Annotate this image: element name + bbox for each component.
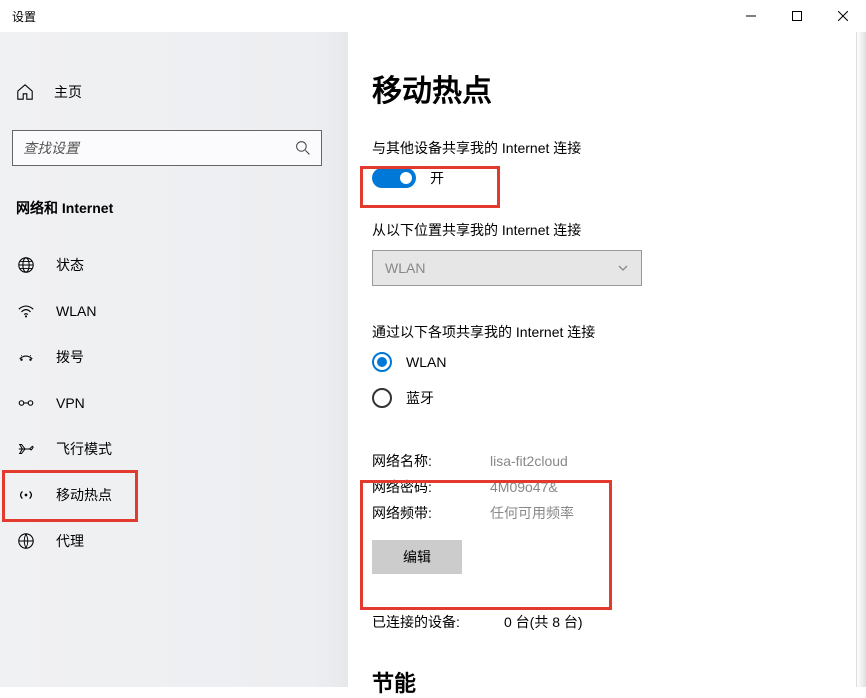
category-header: 网络和 Internet — [12, 198, 336, 218]
network-band-value: 任何可用频率 — [490, 503, 574, 523]
hotspot-icon — [16, 486, 36, 504]
sidebar-item-label: 飞行模式 — [56, 439, 112, 459]
main-content: 移动热点 与其他设备共享我的 Internet 连接 开 从以下位置共享我的 I… — [348, 32, 866, 687]
sidebar-item-label: 拨号 — [56, 347, 84, 367]
dialup-icon — [16, 348, 36, 366]
sidebar-item-status[interactable]: 状态 — [12, 242, 336, 288]
sidebar: 主页 网络和 Internet 状态 WLAN 拨号 — [0, 32, 348, 687]
radio-label: WLAN — [406, 354, 446, 370]
close-icon — [838, 11, 848, 21]
radio-bluetooth[interactable]: 蓝牙 — [372, 388, 866, 408]
sidebar-item-label: WLAN — [56, 303, 96, 319]
edit-button[interactable]: 编辑 — [372, 540, 462, 574]
radio-input[interactable] — [372, 352, 392, 372]
globe-icon — [16, 256, 36, 274]
sidebar-item-hotspot[interactable]: 移动热点 — [12, 472, 336, 518]
airplane-icon — [16, 440, 36, 458]
share-toggle[interactable] — [372, 168, 416, 188]
info-row-name: 网络名称: lisa-fit2cloud — [372, 448, 866, 474]
info-row-band: 网络频带: 任何可用频率 — [372, 500, 866, 526]
share-label: 与其他设备共享我的 Internet 连接 — [372, 138, 866, 158]
minimize-button[interactable] — [728, 0, 774, 32]
radio-label: 蓝牙 — [406, 388, 434, 408]
share-via-label: 通过以下各项共享我的 Internet 连接 — [372, 322, 866, 342]
vpn-icon — [16, 394, 36, 412]
search-field[interactable] — [23, 140, 295, 156]
info-label: 网络密码: — [372, 477, 490, 497]
home-icon — [16, 83, 34, 101]
minimize-icon — [746, 11, 756, 21]
close-button[interactable] — [820, 0, 866, 32]
connected-value: 0 台(共 8 台) — [504, 612, 583, 632]
sidebar-item-label: VPN — [56, 395, 85, 411]
share-from-dropdown[interactable]: WLAN — [372, 250, 642, 286]
info-row-password: 网络密码: 4M09o47& — [372, 474, 866, 500]
sidebar-item-proxy[interactable]: 代理 — [12, 518, 336, 564]
proxy-icon — [16, 532, 36, 550]
search-input[interactable] — [12, 130, 322, 166]
sidebar-item-wlan[interactable]: WLAN — [12, 288, 336, 334]
sidebar-item-airplane[interactable]: 飞行模式 — [12, 426, 336, 472]
sidebar-item-dialup[interactable]: 拨号 — [12, 334, 336, 380]
network-info: 网络名称: lisa-fit2cloud 网络密码: 4M09o47& 网络频带… — [372, 448, 866, 526]
titlebar: 设置 — [0, 0, 866, 32]
dropdown-value: WLAN — [385, 260, 425, 276]
window-controls — [728, 0, 866, 32]
sidebar-item-vpn[interactable]: VPN — [12, 380, 336, 426]
page-title: 移动热点 — [372, 66, 866, 110]
network-password-value: 4M09o47& — [490, 479, 558, 495]
wifi-icon — [16, 302, 36, 320]
power-saving-heading: 节能 — [372, 666, 866, 698]
network-name-value: lisa-fit2cloud — [490, 453, 568, 469]
info-label: 网络频带: — [372, 503, 490, 523]
sidebar-item-home[interactable]: 主页 — [12, 70, 336, 114]
info-label: 网络名称: — [372, 451, 490, 471]
maximize-button[interactable] — [774, 0, 820, 32]
search-icon — [295, 140, 311, 156]
sidebar-item-label: 状态 — [56, 255, 84, 275]
connected-devices: 已连接的设备: 0 台(共 8 台) — [372, 612, 866, 632]
maximize-icon — [792, 11, 802, 21]
sidebar-item-label: 移动热点 — [56, 485, 112, 505]
share-from-label: 从以下位置共享我的 Internet 连接 — [372, 220, 866, 240]
sidebar-item-label: 代理 — [56, 531, 84, 551]
home-label: 主页 — [54, 82, 82, 102]
radio-wlan[interactable]: WLAN — [372, 352, 866, 372]
radio-input[interactable] — [372, 388, 392, 408]
right-edge-decoration — [856, 32, 866, 687]
toggle-state: 开 — [430, 168, 444, 188]
connected-label: 已连接的设备: — [372, 612, 504, 632]
toggle-knob — [400, 172, 412, 184]
chevron-down-icon — [617, 262, 629, 274]
window-title: 设置 — [12, 8, 36, 25]
